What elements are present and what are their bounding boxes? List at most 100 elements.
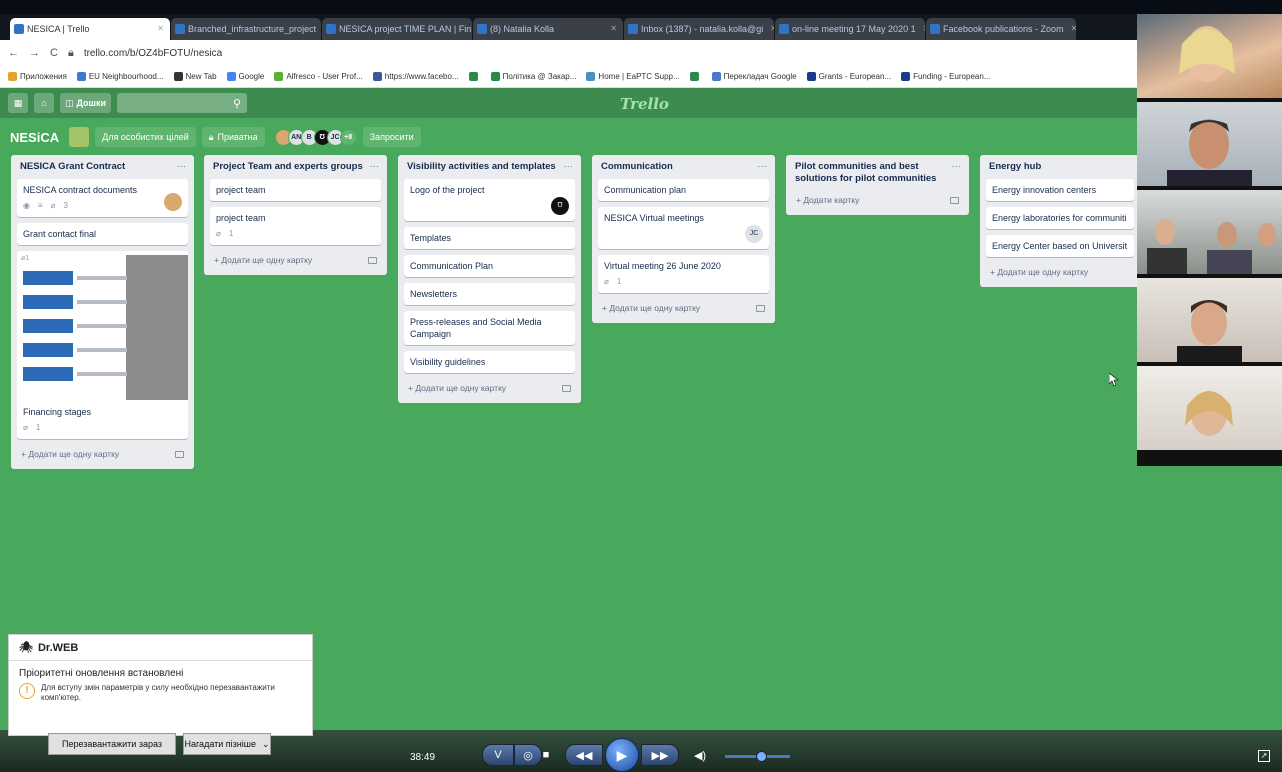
remind-later-button[interactable]: Нагадати пізніше ⌄: [183, 733, 271, 755]
home-button[interactable]: ⌂: [34, 93, 54, 113]
vk-button[interactable]: V: [482, 744, 514, 766]
browser-tab[interactable]: NESICA project TIME PLAN | Fin ✕: [322, 18, 472, 40]
board-name[interactable]: NESiCA: [10, 130, 59, 145]
forward-button[interactable]: ▶▶: [641, 744, 679, 766]
bookmark-item[interactable]: Funding - European...: [901, 72, 990, 81]
forward-icon[interactable]: →: [29, 47, 40, 59]
avatar[interactable]: JC: [745, 225, 763, 243]
restart-now-button[interactable]: Перезавантажити зараз: [48, 733, 176, 755]
add-card-button[interactable]: + Додати ще одну картку: [17, 445, 188, 463]
fullscreen-button[interactable]: ↗: [1258, 750, 1270, 762]
card[interactable]: Energy laboratories for communiti: [986, 207, 1134, 229]
card[interactable]: Templates: [404, 227, 575, 249]
bookmark-item[interactable]: New Tab: [173, 72, 217, 81]
close-tab-icon[interactable]: ✕: [319, 18, 321, 40]
browser-tab[interactable]: NESICA | Trello ✕: [10, 18, 170, 40]
template-icon[interactable]: [950, 196, 959, 204]
card[interactable]: ⌀1 Financing stages ⌀ 1: [17, 251, 188, 439]
list-header[interactable]: Project Team and experts groups ···: [210, 161, 381, 179]
template-icon[interactable]: [562, 384, 571, 392]
browser-tab[interactable]: Inbox (1387) - natalia.kolla@gi ✕: [624, 18, 774, 40]
list-menu-icon[interactable]: ···: [564, 161, 574, 173]
play-button[interactable]: ▶: [605, 738, 639, 772]
card[interactable]: Virtual meeting 26 June 2020 ⌀ 1: [598, 255, 769, 293]
visibility-button[interactable]: 🔒︎ Приватна: [201, 127, 265, 147]
add-card-button[interactable]: + Додати картку: [792, 191, 963, 209]
card[interactable]: NESICA contract documents ◉ ≡ ⌀ 3: [17, 179, 188, 217]
bookmark-item[interactable]: https://www.facebo...: [372, 72, 459, 81]
bookmark-item[interactable]: Перекладач Google: [711, 72, 797, 81]
browser-tab[interactable]: on-line meeting 17 May 2020 1✕: [775, 18, 925, 40]
participant-video[interactable]: [1137, 278, 1282, 364]
invite-button[interactable]: Запросити: [362, 127, 421, 147]
participant-video[interactable]: [1137, 366, 1282, 452]
template-icon[interactable]: [368, 256, 377, 264]
bookmark-item[interactable]: Політика @ Закар...: [490, 72, 576, 81]
add-card-button[interactable]: + Додати ще одну картку: [598, 299, 769, 317]
avatar[interactable]: Ʊ: [551, 197, 569, 215]
visibility-label: Приватна: [217, 132, 258, 142]
list-menu-icon[interactable]: ···: [952, 161, 962, 185]
back-icon[interactable]: ←: [8, 47, 19, 59]
bookmark-item[interactable]: Grants - European...: [806, 72, 891, 81]
list-header[interactable]: Energy hub: [986, 161, 1134, 179]
bookmark-item[interactable]: Alfresco - User Prof...: [274, 72, 363, 81]
card[interactable]: Visibility guidelines: [404, 351, 575, 373]
card[interactable]: Communication Plan: [404, 255, 575, 277]
participant-video[interactable]: [1137, 14, 1282, 100]
close-tab-icon[interactable]: ✕: [153, 18, 164, 40]
add-card-button[interactable]: + Додати ще одну картку: [404, 379, 575, 397]
template-icon[interactable]: [756, 304, 765, 312]
bookmark-item[interactable]: Приложения: [8, 72, 67, 81]
list-menu-icon[interactable]: ···: [758, 161, 768, 173]
bookmark-item[interactable]: Home | EaPTC Supp...: [586, 72, 680, 81]
list-menu-icon[interactable]: ···: [177, 161, 187, 173]
card[interactable]: Grant contact final: [17, 223, 188, 245]
participant-video[interactable]: [1137, 102, 1282, 188]
close-tab-icon[interactable]: ✕: [606, 18, 617, 40]
browser-tab[interactable]: Branched_infrastructure_project✕: [171, 18, 321, 40]
list-header[interactable]: Pilot communities and best solutions for…: [792, 161, 963, 191]
template-icon[interactable]: [175, 450, 184, 458]
card[interactable]: Newsletters: [404, 283, 575, 305]
card[interactable]: Communication plan: [598, 179, 769, 201]
apps-button[interactable]: ▦: [8, 93, 28, 113]
bookmark-item[interactable]: EU Neighbourhood...: [76, 72, 164, 81]
list-menu-icon[interactable]: ···: [370, 161, 380, 173]
bookmark-icon: [806, 72, 816, 81]
rewind-button[interactable]: ◀◀: [565, 744, 603, 766]
bookmark-item[interactable]: [468, 72, 481, 81]
card[interactable]: Press-releases and Social Media Campaign: [404, 311, 575, 345]
star-button[interactable]: [69, 127, 90, 147]
browser-tab[interactable]: (8) Natalia Kolla ✕: [473, 18, 623, 40]
card[interactable]: Energy innovation centers: [986, 179, 1134, 201]
trello-logo[interactable]: Trello: [620, 95, 669, 113]
bookmark-item[interactable]: Google: [226, 72, 264, 81]
card[interactable]: project team: [210, 179, 381, 201]
card[interactable]: NESICA Virtual meetings JC: [598, 207, 769, 249]
mute-button[interactable]: ◀): [688, 744, 712, 766]
list-header[interactable]: Visibility activities and templates ···: [404, 161, 575, 179]
browser-tab[interactable]: Facebook publications - Zoom ✕: [926, 18, 1076, 40]
team-button[interactable]: Для особистих цілей: [95, 127, 196, 147]
more-members-badge[interactable]: +8: [339, 128, 357, 146]
stop-button[interactable]: ■: [532, 744, 560, 766]
card[interactable]: Logo of the project Ʊ: [404, 179, 575, 221]
close-tab-icon[interactable]: ✕: [1067, 18, 1076, 40]
add-card-button[interactable]: + Додати ще одну картку: [210, 251, 381, 269]
list-header[interactable]: Communication ···: [598, 161, 769, 179]
avatar[interactable]: [164, 193, 182, 211]
card[interactable]: project team ⌀ 1: [210, 207, 381, 245]
add-card-button[interactable]: + Додати ще одну картку: [986, 263, 1134, 281]
search-input[interactable]: ⚲: [117, 93, 248, 113]
boards-button[interactable]: ◫ Дошки: [60, 93, 112, 113]
url-text[interactable]: trello.com/b/OZ4bFOTU/nesica: [84, 48, 222, 59]
bookmark-item[interactable]: [689, 72, 702, 81]
close-tab-icon[interactable]: ✕: [919, 18, 925, 40]
volume-knob[interactable]: [755, 751, 767, 762]
list-header[interactable]: NESICA Grant Contract ···: [17, 161, 188, 179]
close-tab-icon[interactable]: ✕: [766, 18, 774, 40]
participant-video[interactable]: [1137, 190, 1282, 276]
card[interactable]: Energy Center based on Universit: [986, 235, 1134, 257]
reload-icon[interactable]: C: [50, 47, 58, 59]
